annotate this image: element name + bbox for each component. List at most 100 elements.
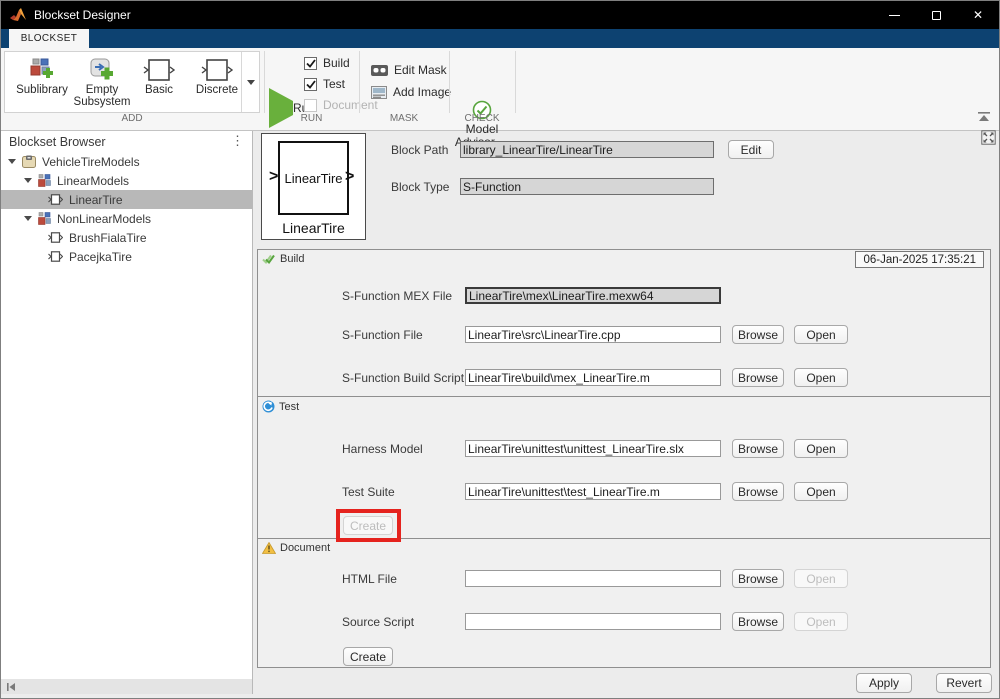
tab-strip: BLOCKSET	[1, 29, 999, 48]
build-success-icon	[262, 254, 276, 265]
add-gallery-dropdown[interactable]	[241, 52, 259, 112]
build-timestamp: 06-Jan-2025 17:35:21	[855, 251, 984, 268]
open-button[interactable]: Open	[794, 439, 848, 458]
test-checkbox-row[interactable]: Test	[304, 77, 345, 91]
add-image-button[interactable]: Add Image	[371, 85, 451, 99]
open-button[interactable]: Open	[794, 569, 848, 588]
document-create-button[interactable]: Create	[343, 647, 393, 666]
block-icon	[48, 251, 63, 262]
block-icon	[48, 194, 63, 205]
close-button[interactable]: ✕	[957, 1, 999, 29]
input-port-icon: >	[269, 168, 278, 186]
tree-item-linearmodels[interactable]: LinearModels	[1, 171, 252, 190]
browser-title: Blockset Browser	[9, 135, 106, 149]
apply-button[interactable]: Apply	[856, 673, 912, 693]
block-type-label: Block Type	[391, 180, 449, 194]
blockset-browser-panel: Blockset Browser ⋮ VehicleTireModels	[1, 131, 253, 679]
tab-blockset[interactable]: BLOCKSET	[9, 29, 89, 48]
browse-button[interactable]: Browse	[732, 439, 784, 458]
scroll-home-icon[interactable]	[6, 682, 16, 692]
expand-panel-icon[interactable]	[981, 130, 996, 145]
tree-item-vehicletiremodels[interactable]: VehicleTireModels	[1, 152, 252, 171]
document-checkbox-row[interactable]: Document	[304, 98, 378, 112]
field-label: S-Function MEX File	[342, 289, 452, 303]
tree-item-brushfialatire[interactable]: BrushFialaTire	[1, 228, 252, 247]
browse-button[interactable]: Browse	[732, 569, 784, 588]
browse-button[interactable]: Browse	[732, 325, 784, 344]
browse-button[interactable]: Browse	[732, 368, 784, 387]
document-section: Document HTML File Browse Open Source Sc…	[257, 538, 991, 668]
tree-item-nonlinearmodels[interactable]: NonLinearModels	[1, 209, 252, 228]
build-section: Build 06-Jan-2025 17:35:21 S-Function ME…	[257, 249, 991, 397]
ribbon-item-label: Edit Mask	[394, 63, 447, 77]
ribbon-item-label: Empty	[86, 84, 119, 96]
ribbon-item-label: Subsystem	[74, 96, 131, 108]
kebab-menu-icon[interactable]: ⋮	[231, 133, 244, 149]
revert-button[interactable]: Revert	[936, 673, 992, 693]
test-checkbox[interactable]	[304, 78, 317, 91]
tree-item-lineartire[interactable]: LinearTire	[1, 190, 252, 209]
open-button[interactable]: Open	[794, 612, 848, 631]
maximize-button[interactable]	[915, 1, 957, 29]
ribbon-item-label: Sublibrary	[16, 84, 68, 96]
browser-scrollbar[interactable]	[1, 679, 253, 694]
discrete-block-icon	[201, 58, 233, 82]
field-label: Harness Model	[342, 442, 423, 456]
tree-item-pacejkatire[interactable]: PacejkaTire	[1, 247, 252, 266]
window-title: Blockset Designer	[34, 8, 131, 22]
open-button[interactable]: Open	[794, 368, 848, 387]
tree-item-label: LinearTire	[69, 193, 123, 207]
empty-subsystem-button[interactable]: Empty Subsystem	[71, 55, 133, 111]
tree-item-label: VehicleTireModels	[42, 155, 140, 169]
browse-button[interactable]: Browse	[732, 482, 784, 501]
collapse-ribbon-icon[interactable]	[977, 112, 991, 123]
output-port-icon: >	[345, 168, 354, 186]
tree-item-label: PacejkaTire	[69, 250, 132, 264]
block-preview: LinearTire > > LinearTire	[261, 133, 366, 240]
test-create-button[interactable]: Create	[343, 516, 393, 535]
test-suite-input[interactable]	[465, 483, 721, 500]
main-panel: LinearTire > > LinearTire Block Path Edi…	[257, 131, 991, 699]
test-section: Test Harness Model Browse Open Test Suit…	[257, 396, 991, 539]
block-preview-caption: LinearTire	[262, 220, 365, 236]
basic-block-icon	[143, 58, 175, 82]
caret-down-icon[interactable]	[24, 216, 32, 221]
build-script-input[interactable]	[465, 369, 721, 386]
edit-mask-button[interactable]: Edit Mask	[371, 63, 447, 77]
source-script-input[interactable]	[465, 613, 721, 630]
chevron-down-icon	[247, 80, 255, 85]
discrete-block-button[interactable]: Discrete	[187, 55, 247, 111]
ribbon-item-label: Basic	[145, 84, 173, 96]
document-checkbox[interactable]	[304, 99, 317, 112]
field-label: HTML File	[342, 572, 397, 586]
html-file-input[interactable]	[465, 570, 721, 587]
field-label: S-Function File	[342, 328, 423, 342]
test-section-title: Test	[279, 401, 299, 413]
block-path-field	[460, 141, 714, 158]
harness-model-input[interactable]	[465, 440, 721, 457]
open-button[interactable]: Open	[794, 482, 848, 501]
caret-down-icon[interactable]	[24, 178, 32, 183]
sublibrary-icon	[29, 58, 55, 82]
source-script-row: Source Script Browse Open	[258, 613, 990, 633]
sublibrary-button[interactable]: Sublibrary	[12, 55, 72, 111]
build-checkbox-row[interactable]: Build	[304, 56, 350, 70]
close-icon: ✕	[973, 9, 983, 21]
tree-item-label: LinearModels	[57, 174, 129, 188]
check-group-label: CHECK	[449, 113, 515, 124]
checkbox-label: Build	[323, 56, 350, 70]
browse-button[interactable]: Browse	[732, 612, 784, 631]
caret-down-icon[interactable]	[8, 159, 16, 164]
document-section-title: Document	[280, 542, 330, 554]
edit-button[interactable]: Edit	[728, 140, 774, 159]
build-checkbox[interactable]	[304, 57, 317, 70]
ribbon-toolbar: Sublibrary Empty Subsystem Basic	[1, 48, 999, 131]
title-bar: Blockset Designer ✕	[1, 1, 999, 29]
basic-block-button[interactable]: Basic	[133, 55, 185, 111]
sfunction-file-input[interactable]	[465, 326, 721, 343]
open-button[interactable]: Open	[794, 325, 848, 344]
minimize-button[interactable]	[873, 1, 915, 29]
library-icon	[22, 155, 36, 168]
ribbon-item-label: Discrete	[196, 84, 238, 96]
add-group: Sublibrary Empty Subsystem Basic	[4, 51, 260, 113]
